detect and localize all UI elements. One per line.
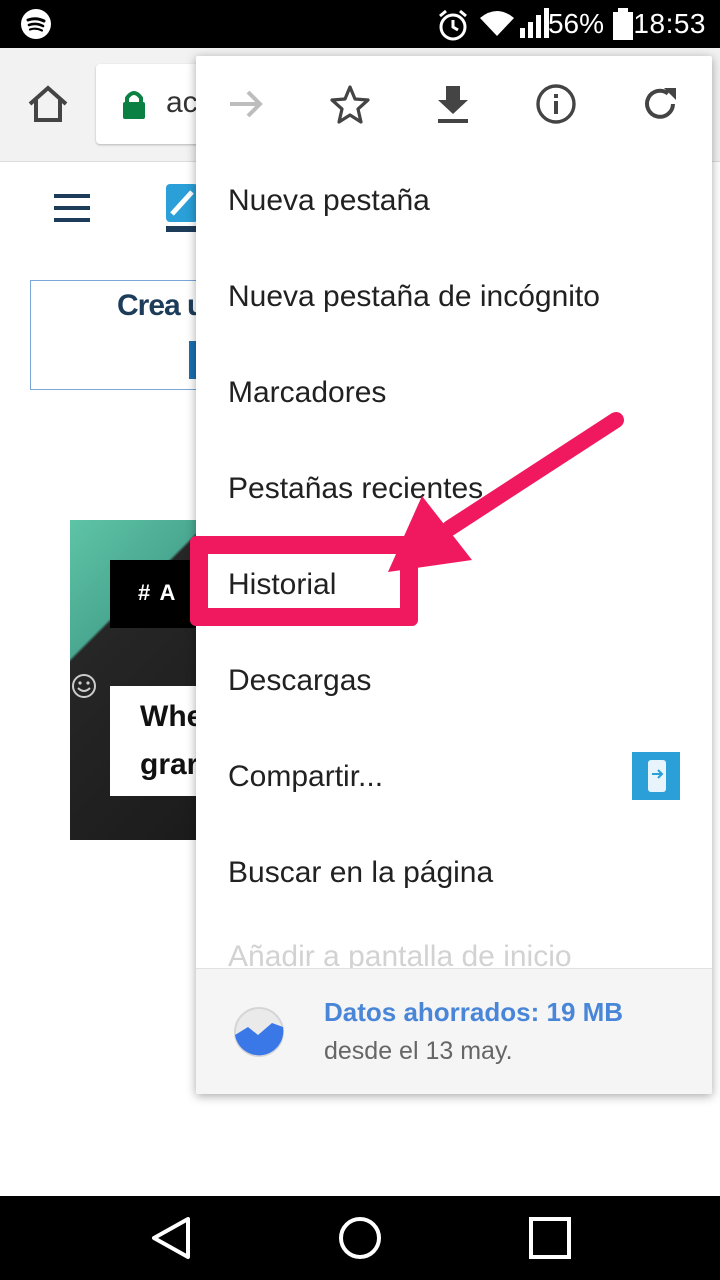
navigation-bar — [0, 1196, 720, 1280]
wifi-icon — [478, 8, 516, 45]
forward-icon[interactable] — [222, 80, 270, 128]
share-app-icon[interactable] — [632, 752, 680, 805]
signal-icon — [520, 8, 550, 45]
status-bar: 56% 18:53 — [0, 0, 720, 48]
info-icon[interactable] — [532, 80, 580, 128]
menu-icon-row — [196, 56, 712, 152]
site-logo[interactable] — [166, 184, 198, 239]
back-icon[interactable] — [150, 1216, 192, 1265]
menu-item-incognito-tab[interactable]: Nueva pestaña de incógnito — [228, 277, 600, 317]
ad-text: Crea u — [117, 289, 205, 322]
battery-icon — [612, 8, 634, 45]
emoji-icon — [70, 672, 98, 705]
menu-item-bookmarks[interactable]: Marcadores — [228, 373, 386, 413]
data-saved-subtitle: desde el 13 may. — [324, 1037, 513, 1065]
alarm-icon — [436, 8, 470, 47]
recents-icon[interactable] — [528, 1216, 572, 1265]
home-circle-icon[interactable] — [338, 1216, 382, 1265]
article-title-line2: grar — [140, 748, 199, 781]
spotify-icon — [20, 8, 52, 45]
lock-icon — [122, 90, 146, 125]
battery-percent: 56% — [547, 8, 604, 39]
clock: 18:53 — [633, 8, 706, 39]
home-icon[interactable] — [26, 84, 70, 129]
article-title-line1: Whe — [140, 700, 204, 733]
menu-item-find-in-page[interactable]: Buscar en la página — [228, 853, 493, 893]
star-icon[interactable] — [326, 80, 374, 128]
data-saver-footer[interactable]: Datos ahorrados: 19 MB desde el 13 may. — [196, 968, 712, 1094]
menu-item-share[interactable]: Compartir... — [228, 757, 383, 797]
download-icon[interactable] — [429, 80, 477, 128]
reload-icon[interactable] — [636, 80, 684, 128]
menu-item-new-tab[interactable]: Nueva pestaña — [228, 181, 430, 221]
data-saved-title: Datos ahorrados: 19 MB — [324, 997, 624, 1027]
data-saver-icon — [232, 1005, 286, 1064]
menu-item-downloads[interactable]: Descargas — [228, 661, 371, 701]
hamburger-menu-icon[interactable] — [54, 194, 90, 227]
annotation-arrow — [388, 412, 624, 572]
